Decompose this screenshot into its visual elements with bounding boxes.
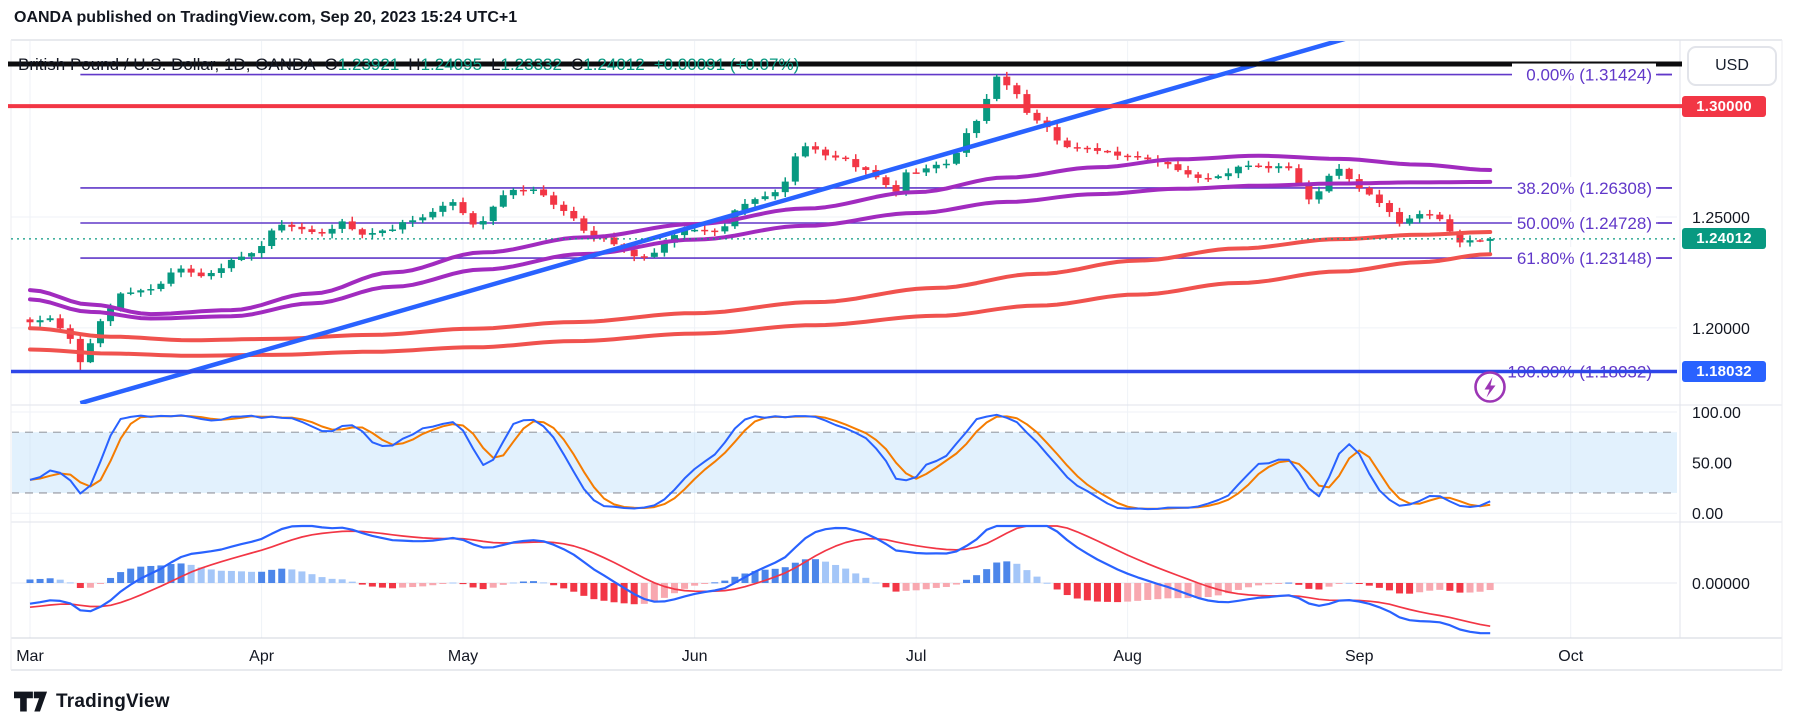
svg-text:Apr: Apr (249, 648, 275, 665)
svg-text:0.00: 0.00 (1692, 506, 1723, 523)
svg-text:1.20000: 1.20000 (1692, 321, 1750, 338)
svg-text:1.25000: 1.25000 (1692, 210, 1750, 227)
stochastic-pane (12, 413, 1677, 511)
ohlc-low: L1.23332 (491, 55, 562, 74)
price-change: +0.00091 (+0.07%) (653, 55, 800, 74)
svg-text:61.80% (1.23148): 61.80% (1.23148) (1517, 249, 1652, 268)
price-scale[interactable]: 1.25000 1.20000 100.00 50.00 0.00 0.00000 (1692, 210, 1750, 593)
publish-bar: OANDA published on TradingView.com, Sep … (14, 9, 517, 27)
ohlc-open: O1.23921 (324, 55, 400, 74)
currency-toggle-usd-button[interactable]: USD (1687, 46, 1777, 86)
svg-text:50.00% (1.24728): 50.00% (1.24728) (1517, 214, 1652, 233)
candlestick-series (26, 71, 1494, 372)
blue-trendline[interactable] (79, 32, 1369, 404)
svg-text:38.20% (1.26308): 38.20% (1.26308) (1517, 179, 1652, 198)
ohlc-high: H1.24095 (408, 55, 483, 74)
svg-text:100.00: 100.00 (1692, 405, 1741, 422)
tradingview-chart-screenshot: OANDA published on TradingView.com, Sep … (0, 0, 1793, 722)
svg-text:Sep: Sep (1345, 648, 1374, 665)
ma-red-fast (28, 230, 1493, 343)
ma-purple-fast (28, 153, 1493, 317)
time-axis[interactable]: Mar Apr May Jun Jul Aug Sep Oct (16, 648, 1583, 665)
svg-text:Jun: Jun (682, 648, 708, 665)
symbol-title-row[interactable]: British Pound / U.S. Dollar, 1D, OANDA O… (18, 55, 799, 75)
svg-text:Jul: Jul (906, 648, 926, 665)
publish-text: OANDA published on TradingView.com, Sep … (14, 9, 518, 26)
tradingview-logo-text: TradingView (56, 691, 170, 712)
chart-canvas[interactable]: 0.00% (1.31424) 38.20% (1.26308) 50.00% (1… (0, 0, 1793, 722)
fib-level-labels: 0.00% (1.31424) 38.20% (1.26308) 50.00% (1… (1507, 63, 1672, 381)
tradingview-logo-icon (14, 691, 48, 712)
ma-purple-slow (28, 179, 1493, 321)
svg-text:Mar: Mar (16, 648, 44, 665)
price-badge-last-price: 1.24012 (1682, 228, 1766, 250)
svg-text:0.00000: 0.00000 (1692, 576, 1750, 593)
price-badge-fib-support: 1.18032 (1682, 360, 1766, 382)
svg-text:Oct: Oct (1558, 648, 1583, 665)
tradingview-attribution[interactable]: TradingView (14, 691, 170, 713)
svg-text:50.00: 50.00 (1692, 456, 1732, 473)
svg-text:Aug: Aug (1113, 648, 1141, 665)
macd-pane (26, 524, 1494, 635)
symbol-description[interactable]: British Pound / U.S. Dollar, 1D, OANDA (18, 55, 316, 75)
svg-text:0.00% (1.31424): 0.00% (1.31424) (1526, 66, 1652, 85)
price-badge-resistance: 1.30000 (1682, 95, 1766, 117)
svg-text:May: May (448, 648, 478, 665)
lightning-icon[interactable] (1474, 371, 1506, 403)
ohlc-close: C1.24012 (570, 55, 645, 74)
